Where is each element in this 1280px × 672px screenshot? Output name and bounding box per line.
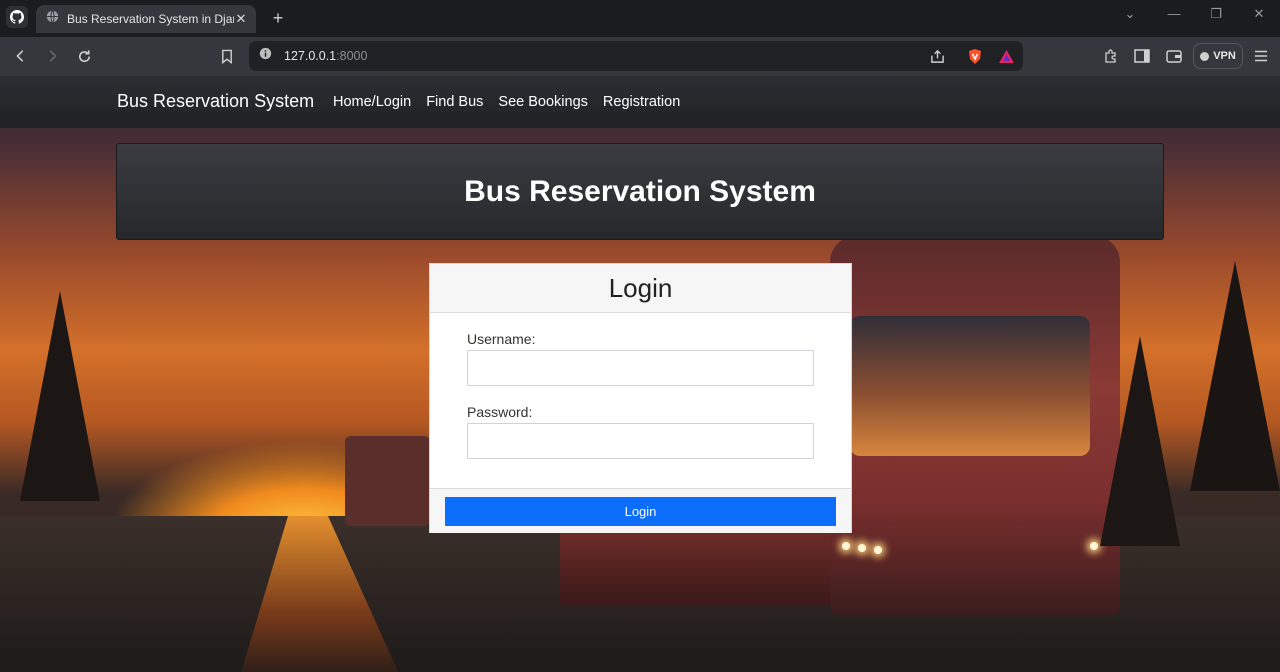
restore-icon[interactable]: ❐ — [1207, 6, 1225, 22]
brave-shield-icon[interactable] — [965, 46, 985, 66]
login-card: Login Username: Password: Login — [429, 263, 852, 533]
username-input[interactable] — [467, 350, 814, 386]
close-icon[interactable]: ✕ — [234, 11, 248, 27]
puzzle-icon[interactable] — [1101, 46, 1121, 66]
globe-icon — [46, 10, 59, 28]
background-tree — [1100, 336, 1180, 546]
nav-link-registration[interactable]: Registration — [603, 94, 680, 110]
plus-icon[interactable]: + — [268, 7, 288, 29]
reload-icon[interactable] — [74, 46, 94, 66]
headlight — [842, 542, 850, 550]
background-far-bus — [345, 436, 430, 526]
wallet-icon[interactable] — [1164, 46, 1184, 66]
tab-title: Bus Reservation System in Djang — [67, 12, 234, 26]
hero-banner: Bus Reservation System — [116, 143, 1164, 240]
hamburger-menu-icon[interactable] — [1251, 46, 1271, 66]
nav-link-see-bookings[interactable]: See Bookings — [498, 94, 587, 110]
vpn-button[interactable]: VPN — [1193, 43, 1243, 69]
url-text: 127.0.0.1:8000 — [284, 49, 367, 63]
password-label: Password: — [467, 404, 533, 420]
share-icon[interactable] — [927, 46, 947, 66]
login-title: Login — [608, 272, 673, 303]
info-icon[interactable] — [259, 47, 272, 65]
sidebar-icon[interactable] — [1132, 46, 1152, 66]
username-label: Username: — [467, 331, 536, 347]
vpn-status-icon — [1200, 51, 1210, 61]
browser-tab-bar: Bus Reservation System in Djang ✕ + ⌄ — … — [0, 0, 1280, 37]
navbar-brand[interactable]: Bus Reservation System — [117, 91, 314, 112]
background-bus-windshield — [850, 316, 1090, 456]
address-bar[interactable]: 127.0.0.1:8000 — [249, 41, 1023, 71]
url-port: :8000 — [336, 49, 368, 63]
hero-title: Bus Reservation System — [464, 174, 816, 208]
nav-links: Home/Login Find Bus See Bookings Registr… — [333, 94, 680, 110]
close-window-icon[interactable]: ✕ — [1250, 6, 1268, 22]
headlight — [874, 546, 882, 554]
back-arrow-icon[interactable] — [11, 46, 31, 66]
url-host: 127.0.0.1 — [284, 49, 337, 63]
bookmark-icon[interactable] — [217, 46, 237, 66]
password-input[interactable] — [467, 423, 814, 459]
login-card-footer: Login — [430, 488, 851, 533]
nav-link-find-bus[interactable]: Find Bus — [426, 94, 483, 110]
headlight — [858, 544, 866, 552]
login-card-header: Login — [430, 264, 851, 313]
background-tree — [1190, 261, 1280, 491]
rewards-triangle-icon[interactable] — [996, 46, 1016, 66]
minimize-icon[interactable]: — — [1165, 6, 1183, 21]
login-button[interactable]: Login — [445, 497, 836, 526]
chevron-down-icon[interactable]: ⌄ — [1121, 6, 1139, 22]
forward-arrow-icon[interactable] — [42, 46, 62, 66]
vpn-label: VPN — [1213, 50, 1236, 62]
nav-link-home-login[interactable]: Home/Login — [333, 94, 411, 110]
page-viewport: Bus Reservation System Home/Login Find B… — [0, 76, 1280, 672]
browser-toolbar: 127.0.0.1:8000 VPN — [0, 37, 1280, 76]
browser-tab[interactable]: Bus Reservation System in Djang ✕ — [36, 5, 256, 33]
background-tree — [20, 291, 100, 501]
github-icon[interactable] — [6, 6, 28, 28]
headlight — [1090, 542, 1098, 550]
site-navbar: Bus Reservation System Home/Login Find B… — [0, 76, 1280, 128]
